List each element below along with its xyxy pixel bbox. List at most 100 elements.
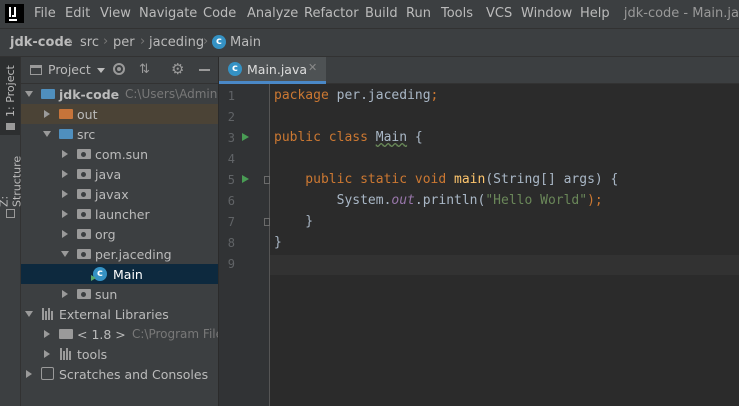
locate-icon[interactable] — [113, 63, 125, 75]
code-token: (String[] args) { — [485, 172, 619, 187]
tree-item-jdk-code[interactable]: jdk-code C:\Users\Adminis — [21, 84, 218, 104]
line-number: 9 — [227, 257, 235, 271]
jdk-icon — [59, 329, 73, 339]
breadcrumb-item-per[interactable]: per — [113, 35, 135, 50]
tree-item-main[interactable]: c Main — [21, 264, 218, 284]
package-icon — [77, 209, 91, 219]
run-gutter-icon[interactable] — [242, 175, 249, 183]
line-number: 3 — [227, 131, 235, 145]
tree-item-external-libraries[interactable]: External Libraries — [21, 304, 218, 324]
breadcrumb-item-jaceding[interactable]: jaceding — [149, 35, 204, 50]
library-icon — [59, 348, 73, 360]
chevron-down-icon[interactable] — [25, 91, 33, 97]
line-number: 4 — [227, 152, 235, 166]
chevron-right-icon[interactable] — [44, 350, 50, 358]
menu-item-edit[interactable]: Edit — [65, 6, 90, 21]
tree-item-1-8[interactable]: < 1.8 > C:\Program File — [21, 324, 218, 344]
tree-item-label: per.jaceding — [95, 247, 172, 262]
line-number: 6 — [227, 194, 235, 208]
project-view-label: Project — [48, 62, 91, 77]
tree-item-label: out — [77, 107, 98, 122]
hide-panel-icon[interactable] — [199, 69, 210, 71]
tree-item-per-jaceding[interactable]: per.jaceding — [21, 244, 218, 264]
code-token: public class — [274, 130, 376, 145]
code-token: } — [274, 235, 282, 250]
class-icon: c — [228, 62, 242, 76]
code-token: Main — [375, 130, 408, 145]
excluded-folder-icon — [59, 109, 73, 119]
project-panel-header: Project ⇅ ⚙ — [21, 57, 218, 84]
tree-item-out[interactable]: out — [21, 104, 218, 124]
tool-tab-structure[interactable]: Z: Structure — [0, 147, 24, 207]
collapse-all-icon[interactable]: ⇅ — [139, 62, 150, 77]
structure-tool-icon — [6, 209, 15, 218]
tree-item-label: Main — [113, 267, 143, 282]
code-token: package — [274, 88, 337, 103]
code-editor[interactable]: package per.jaceding; public class Main {… — [270, 84, 739, 406]
chevron-down-icon[interactable] — [25, 311, 33, 317]
menu-item-refactor[interactable]: Refactor — [304, 6, 359, 21]
chevron-right-icon[interactable] — [62, 190, 68, 198]
tree-item-label: java — [95, 167, 122, 182]
code-line: } — [274, 235, 282, 250]
menu-item-vcs[interactable]: VCS — [486, 6, 512, 21]
menu-item-window[interactable]: Window — [521, 6, 572, 21]
tree-item-tools[interactable]: tools — [21, 344, 218, 364]
chevron-right-icon[interactable] — [62, 170, 68, 178]
gear-icon[interactable]: ⚙ — [171, 60, 184, 78]
code-token: .println( — [414, 193, 486, 208]
tree-item-path-hint: C:\Program File — [132, 327, 218, 341]
tree-item-label: com.sun — [95, 147, 149, 162]
code-line: public static void main(String[] args) { — [274, 172, 618, 187]
chevron-right-icon[interactable] — [62, 210, 68, 218]
menu-item-build[interactable]: Build — [365, 6, 398, 21]
tree-item-com-sun[interactable]: com.sun — [21, 144, 218, 164]
code-token: ; — [430, 88, 439, 103]
menu-item-help[interactable]: Help — [580, 6, 610, 21]
tree-item-label: org — [95, 227, 116, 242]
breadcrumb-item-jdk-code[interactable]: jdk-code — [10, 35, 73, 50]
project-tree: jdk-code C:\Users\Adminis out src com.sun jav… — [21, 84, 218, 406]
chevron-right-icon[interactable] — [62, 230, 68, 238]
chevron-right-icon[interactable] — [62, 290, 68, 298]
code-token: out — [391, 193, 415, 208]
chevron-down-icon[interactable] — [43, 131, 51, 137]
package-icon — [77, 169, 91, 179]
menu-item-code[interactable]: Code — [203, 6, 236, 21]
breadcrumb-separator-icon: › — [68, 34, 74, 49]
menu-item-file[interactable]: File — [34, 6, 56, 21]
chevron-down-icon[interactable] — [61, 251, 69, 257]
tree-item-java[interactable]: java — [21, 164, 218, 184]
tree-item-src[interactable]: src — [21, 124, 218, 144]
tree-item-label: src — [77, 127, 96, 142]
window-title: jdk-code - Main.ja — [623, 6, 739, 21]
chevron-right-icon[interactable] — [26, 370, 32, 378]
run-gutter-icon[interactable] — [242, 133, 249, 141]
code-line: package per.jaceding; — [274, 88, 438, 103]
menu-item-tools[interactable]: Tools — [441, 6, 473, 21]
tree-item-sun[interactable]: sun — [21, 284, 218, 304]
tree-item-label: launcher — [95, 207, 150, 222]
tree-item-org[interactable]: org — [21, 224, 218, 244]
line-number: 2 — [227, 110, 235, 124]
breadcrumb-item-src[interactable]: src — [80, 35, 99, 50]
code-token: main — [454, 172, 486, 187]
code-token: System. — [274, 193, 392, 208]
tree-item-javax[interactable]: javax — [21, 184, 218, 204]
menu-item-navigate[interactable]: Navigate — [139, 6, 197, 21]
tree-item-launcher[interactable]: launcher — [21, 204, 218, 224]
project-view-dropdown[interactable]: Project — [48, 62, 105, 77]
chevron-right-icon[interactable] — [62, 150, 68, 158]
tree-item-scratches-and-consoles[interactable]: Scratches and Consoles — [21, 364, 218, 384]
breadcrumb-item-main[interactable]: Main — [230, 35, 261, 50]
package-icon — [77, 289, 91, 299]
editor-tab-main-java[interactable]: c Main.java ✕ — [219, 57, 326, 84]
tool-tab-project[interactable]: 1: Project — [1, 61, 20, 121]
menu-item-view[interactable]: View — [100, 6, 131, 21]
menu-item-analyze[interactable]: Analyze — [247, 6, 298, 21]
chevron-right-icon[interactable] — [44, 110, 50, 118]
chevron-right-icon[interactable] — [44, 330, 50, 338]
line-number: 5 — [227, 173, 235, 187]
menu-item-run[interactable]: Run — [406, 6, 431, 21]
close-icon[interactable]: ✕ — [308, 61, 317, 74]
